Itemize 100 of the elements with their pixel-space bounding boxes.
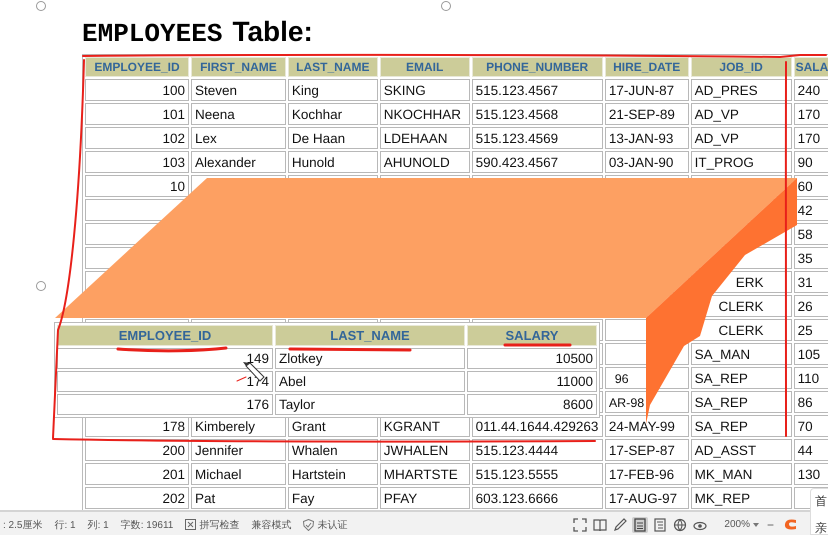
table-cell: 590.423.4567 xyxy=(472,151,603,173)
table-cell: 03-JAN-90 xyxy=(604,151,689,173)
view-button[interactable] xyxy=(672,516,688,532)
column-header: SALA xyxy=(794,57,828,77)
table-cell: 8600 xyxy=(467,394,597,415)
table-cell: Abel xyxy=(275,371,465,392)
table-cell: 35 xyxy=(794,247,828,269)
panel-label[interactable]: 亲 xyxy=(815,520,827,535)
table-cell: 102 xyxy=(85,127,189,149)
outline-icon xyxy=(653,518,668,532)
table-cell: SKING xyxy=(380,79,470,101)
table-cell: 105 xyxy=(794,343,828,365)
slide-title: Table: xyxy=(232,16,313,48)
table-cell-text: AR-98 xyxy=(608,396,646,410)
checkbox-icon[interactable] xyxy=(185,519,196,530)
table-cell: Lex xyxy=(190,127,286,149)
view-button[interactable] xyxy=(572,516,588,532)
shield-icon xyxy=(303,518,314,530)
table-cell: 17-AUG-97 xyxy=(604,487,689,509)
book-icon xyxy=(593,518,608,532)
app-logo-icon xyxy=(782,518,798,532)
table-cell: SA_MAN xyxy=(690,343,792,365)
table-cell: IT_PROG xyxy=(690,151,792,173)
table-cell: 86 xyxy=(794,391,828,413)
table-cell: 25 xyxy=(794,319,828,341)
table-cell: NKOCHHAR xyxy=(380,103,470,125)
column-header: EMPLOYEE_ID xyxy=(85,57,189,77)
table-cell: Jennifer xyxy=(190,439,286,461)
table-cell: Hunold xyxy=(288,151,378,173)
table-cell: 201 xyxy=(85,463,189,485)
table-cell: AD_VP xyxy=(690,127,792,149)
view-button[interactable] xyxy=(652,516,668,532)
table-cell: SA_REP xyxy=(690,415,792,437)
table-cell: 44 xyxy=(794,439,828,461)
zoom-dropdown[interactable]: 200% xyxy=(724,519,759,530)
resize-handle[interactable] xyxy=(36,1,46,11)
table-cell: Pat xyxy=(190,487,286,509)
table-cell: 101 xyxy=(85,103,189,125)
table-cell: 240 xyxy=(794,79,828,101)
table-cell: 200 xyxy=(85,439,189,461)
table-cell: LDEHAAN xyxy=(380,127,470,149)
table-cell: AHUNOLD xyxy=(380,151,470,173)
table-cell: 170 xyxy=(794,103,828,125)
table-cell: 603.123.6666 xyxy=(472,487,603,509)
table-cell-text: CLERK xyxy=(718,298,765,314)
view-button[interactable] xyxy=(592,516,608,532)
table-cell: Taylor xyxy=(275,394,465,415)
column-header: JOB_ID xyxy=(690,57,792,77)
table-cell: AD_PRES xyxy=(690,79,792,101)
annotation-line xyxy=(504,344,572,346)
annotation-line xyxy=(236,376,246,382)
resize-handle[interactable] xyxy=(36,281,46,291)
status-text: 列: 1 xyxy=(88,518,109,532)
table-cell: 21-SEP-89 xyxy=(604,103,689,125)
table-cell: MK_MAN xyxy=(690,463,792,485)
table-cell: 90 xyxy=(794,151,828,173)
table-cell: 130 xyxy=(794,463,828,485)
table-cell: 24-MAY-99 xyxy=(604,415,689,437)
page-icon xyxy=(633,518,648,532)
table-cell: 515.123.5555 xyxy=(472,463,603,485)
table-cell: 202 xyxy=(85,487,189,509)
table-cell: 515.123.4569 xyxy=(472,127,603,149)
globe-icon xyxy=(673,518,688,532)
table-cell: 17-JUN-87 xyxy=(604,79,689,101)
table-cell: 103 xyxy=(85,151,189,173)
status-text[interactable]: 拼写检查 xyxy=(199,518,240,532)
table-cell: King xyxy=(288,79,378,101)
table-cell: Zlotkey xyxy=(275,348,465,369)
table-cell: 515.123.4567 xyxy=(472,79,603,101)
zoom-out-button[interactable]: − xyxy=(762,518,778,532)
table-cell: Kochhar xyxy=(288,103,378,125)
view-button[interactable] xyxy=(612,516,628,532)
table-cell: Michael xyxy=(190,463,286,485)
table-cell: PFAY xyxy=(380,487,470,509)
table-cell: 110 xyxy=(794,367,828,389)
table-cell: 17-FEB-96 xyxy=(604,463,689,485)
column-header: FIRST_NAME xyxy=(190,57,286,77)
resize-handle[interactable] xyxy=(441,1,451,11)
table-cell: Hartstein xyxy=(288,463,378,485)
table-cell: 10 xyxy=(85,175,189,197)
table-cell: 176 xyxy=(57,394,273,415)
table-cell: AD_ASST xyxy=(690,439,792,461)
table-cell: Steven xyxy=(190,79,286,101)
caret-icon xyxy=(752,522,759,526)
status-text: 字数: 19611 xyxy=(120,518,174,532)
table-cell-text: 96 xyxy=(614,372,630,386)
table-cell: 170 xyxy=(794,127,828,149)
status-text: 行: 1 xyxy=(54,518,76,532)
column-header: LAST_NAME xyxy=(288,57,378,77)
table-cell: 17-SEP-87 xyxy=(604,439,689,461)
table-cell-text: CLERK xyxy=(718,322,765,338)
view-button[interactable] xyxy=(632,516,648,532)
status-text: 未认证 xyxy=(317,518,348,532)
table-cell: Fay xyxy=(288,487,378,509)
column-header: LAST_NAME xyxy=(275,325,465,346)
table-cell: AD_VP xyxy=(690,103,792,125)
table-cell: 10500 xyxy=(467,348,597,369)
pen-icon xyxy=(613,518,628,532)
table-cell: 13-JAN-93 xyxy=(604,127,689,149)
table-cell: MK_REP xyxy=(690,487,792,509)
